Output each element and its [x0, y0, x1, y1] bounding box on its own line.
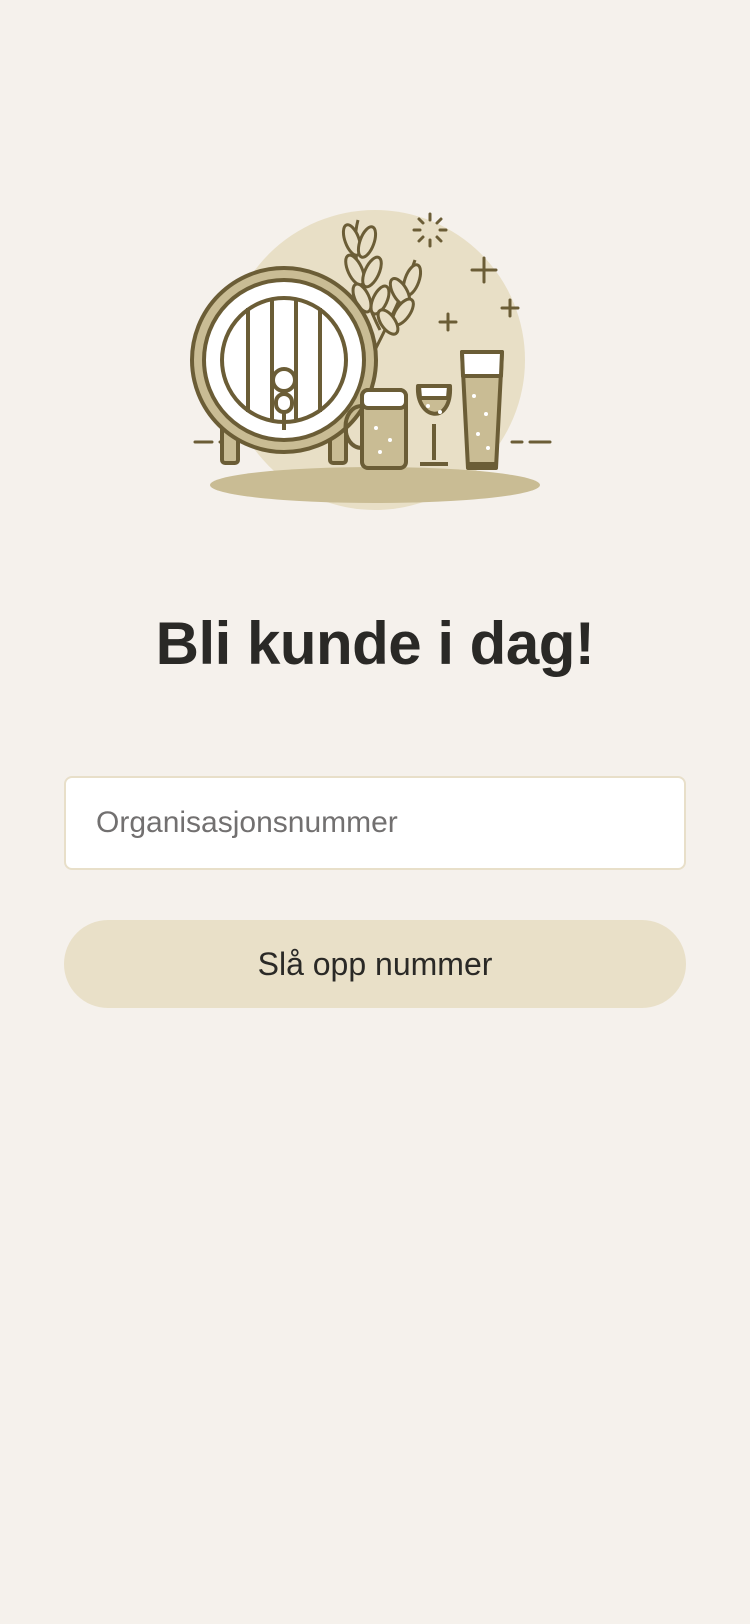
illustration-ground-shadow	[210, 467, 540, 503]
beer-barrel-illustration	[190, 200, 560, 510]
organization-number-input[interactable]	[64, 776, 686, 870]
page-title: Bli kunde i dag!	[155, 610, 595, 677]
lookup-number-button[interactable]: Slå opp nummer	[64, 920, 686, 1008]
beer-glass-icon	[460, 350, 504, 470]
